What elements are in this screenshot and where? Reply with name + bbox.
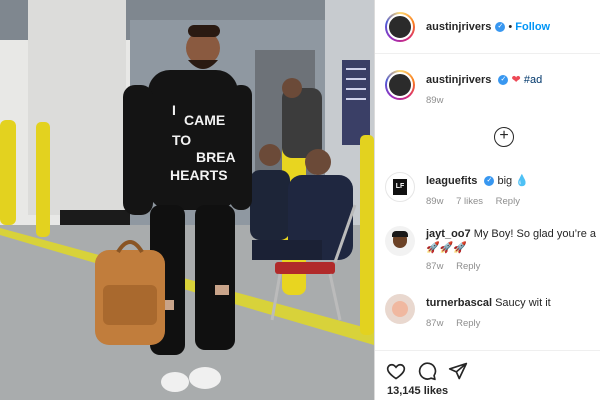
comment-meta: 87w Reply <box>426 260 596 274</box>
comment-item: jayt_oo7 My Boy! So glad you’re a 🚀🚀🚀 87… <box>385 226 597 274</box>
commenter-username[interactable]: jayt_oo7 <box>426 228 471 240</box>
rocket-emojis: 🚀🚀🚀 <box>426 242 468 254</box>
caption-meta: 89w <box>426 94 542 108</box>
caption-time[interactable]: 89w <box>426 95 443 106</box>
comment-body: jayt_oo7 My Boy! So glad you’re a 🚀🚀🚀 87… <box>426 226 596 274</box>
comment-time[interactable]: 87w <box>426 318 443 329</box>
post-photo[interactable]: I CAME TO BREA HEARTS <box>0 0 374 400</box>
comment-body: leaguefits ✓ big 💧 89w 7 likes Reply <box>426 172 530 209</box>
separator-dot: • <box>508 20 513 33</box>
shirt-line-1: I <box>172 102 176 118</box>
caption: austinjrivers ✓ ❤ #ad 89w <box>385 70 597 108</box>
load-more-comments-icon[interactable]: + <box>494 127 514 147</box>
comment-item: turnerbascal Saucy wit it 87w Reply <box>385 294 597 331</box>
post-sidebar: austinjrivers ✓ • Follow austinjrivers ✓… <box>375 0 600 400</box>
comment-meta: 89w 7 likes Reply <box>426 195 530 209</box>
leaguefits-logo-icon: LF <box>393 179 407 195</box>
post-image: I CAME TO BREA HEARTS <box>0 0 374 400</box>
commenter-username[interactable]: leaguefits <box>426 175 477 187</box>
commenter-avatar[interactable] <box>385 226 415 256</box>
shirt-line-3: TO <box>172 132 191 148</box>
shirt-line-2: CAME <box>184 112 225 128</box>
shirt-line-4: BREA <box>196 149 236 165</box>
verified-badge-icon: ✓ <box>495 21 506 32</box>
verified-badge-icon: ✓ <box>484 176 495 187</box>
comment-text: My Boy! So glad you’re a <box>473 228 596 240</box>
likes-count[interactable]: 13,145 likes <box>387 385 448 397</box>
commenter-avatar[interactable]: LF <box>385 172 415 202</box>
commenter-avatar[interactable] <box>385 294 415 324</box>
author-avatar[interactable] <box>385 11 415 42</box>
reply-button[interactable]: Reply <box>496 196 520 207</box>
reply-button[interactable]: Reply <box>456 261 480 272</box>
share-direct-icon[interactable] <box>448 361 468 381</box>
verified-badge-icon: ✓ <box>498 75 509 86</box>
comment-time[interactable]: 89w <box>426 196 443 207</box>
author-username[interactable]: austinjrivers <box>426 21 491 33</box>
comment-item: LF leaguefits ✓ big 💧 89w 7 likes Reply <box>385 172 597 209</box>
commenter-username[interactable]: turnerbascal <box>426 297 492 309</box>
shirt-line-5: HEARTS <box>170 167 228 183</box>
caption-avatar[interactable] <box>385 70 415 100</box>
comment-body: turnerbascal Saucy wit it 87w Reply <box>426 294 551 331</box>
red-heart-emoji: ❤ <box>511 74 521 86</box>
caption-body: austinjrivers ✓ ❤ #ad 89w <box>426 70 542 108</box>
comment-text: big 💧 <box>497 175 529 187</box>
comment-text: Saucy wit it <box>495 297 551 309</box>
comment-likes[interactable]: 7 likes <box>456 196 483 207</box>
caption-username[interactable]: austinjrivers <box>426 74 491 86</box>
comment-meta: 87w Reply <box>426 317 551 331</box>
post-header: austinjrivers ✓ • Follow <box>375 0 600 54</box>
comment-time[interactable]: 87w <box>426 261 443 272</box>
caption-text[interactable]: #ad <box>524 74 542 86</box>
comment-bubble-icon[interactable] <box>417 361 437 381</box>
reply-button[interactable]: Reply <box>456 318 480 329</box>
like-heart-icon[interactable] <box>386 361 406 381</box>
follow-button[interactable]: Follow <box>515 21 550 33</box>
face-photo-icon <box>392 301 408 317</box>
